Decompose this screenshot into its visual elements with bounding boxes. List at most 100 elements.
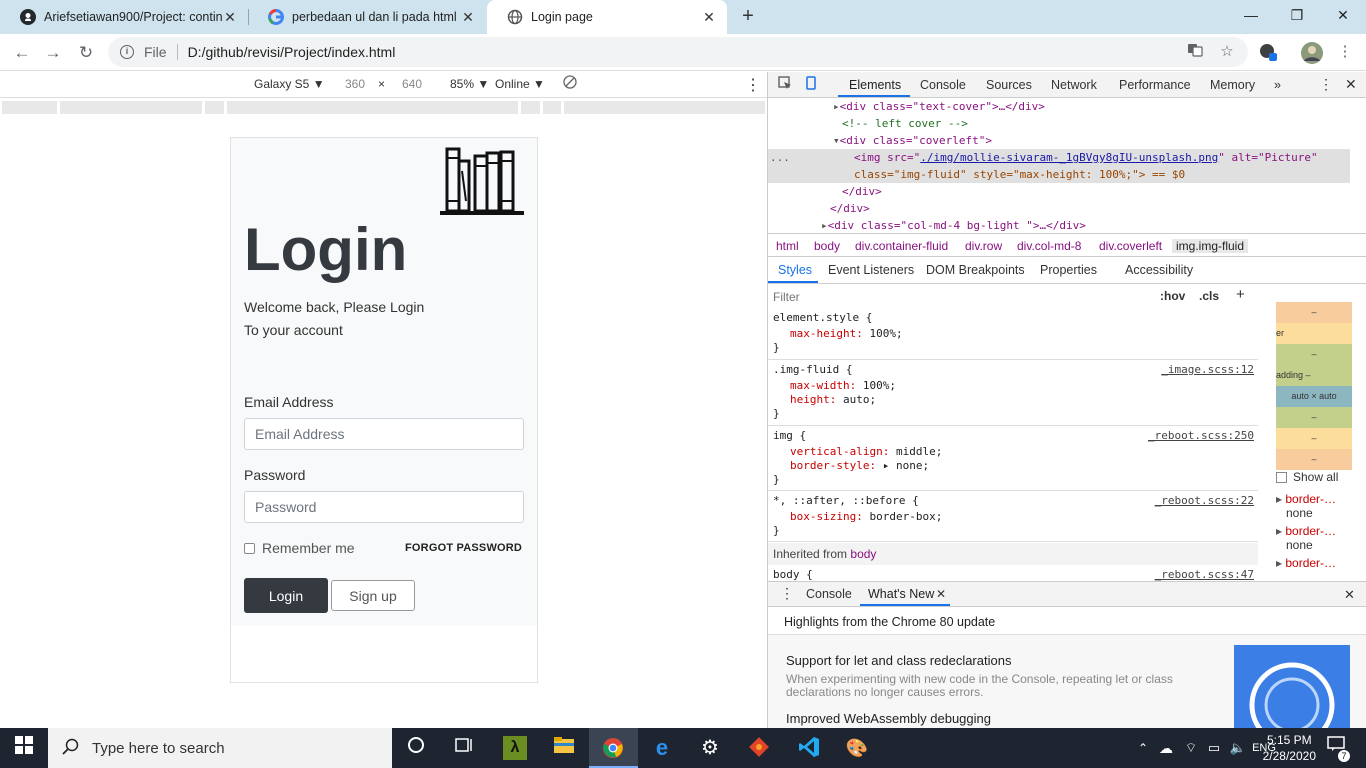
menu-icon[interactable]: ⋮ bbox=[1335, 42, 1355, 62]
zoom-select[interactable]: 85% ▼ bbox=[450, 77, 489, 91]
back-arrow-icon[interactable]: ← bbox=[9, 40, 35, 66]
remember-checkbox[interactable] bbox=[244, 542, 255, 554]
tab-sources[interactable]: Sources bbox=[986, 78, 1032, 92]
styles-filter-input[interactable] bbox=[773, 288, 1143, 306]
viewport-width[interactable]: 360 bbox=[345, 77, 365, 91]
ruler-segment[interactable] bbox=[227, 101, 518, 114]
style-rule[interactable]: *, ::after, ::before { _reboot.scss:22 b… bbox=[768, 492, 1258, 542]
rule-source-link[interactable]: _reboot.scss:250 bbox=[1148, 429, 1254, 442]
tray-expand-icon[interactable]: ⌃ bbox=[1131, 736, 1155, 760]
file-explorer-icon[interactable] bbox=[552, 736, 576, 760]
close-icon[interactable]: ✕ bbox=[460, 9, 476, 25]
property-name[interactable]: max-height bbox=[790, 327, 856, 340]
dom-node[interactable]: ▸<div class="col-md-4 bg-light ">…</div> bbox=[768, 217, 1350, 232]
devtools-close-icon[interactable]: ✕ bbox=[1345, 76, 1357, 93]
property-value[interactable]: ▸ none; bbox=[883, 459, 929, 472]
more-options-icon[interactable]: ⋮ bbox=[745, 75, 761, 95]
inherited-tag-link[interactable]: body bbox=[850, 547, 876, 561]
hov-toggle[interactable]: :hov bbox=[1160, 289, 1185, 303]
property-value[interactable]: 100%; bbox=[863, 379, 896, 392]
system-clock[interactable]: 5:15 PM 2/28/2020 bbox=[1263, 732, 1316, 764]
rule-source-link[interactable]: _reboot.scss:47 bbox=[1155, 568, 1254, 581]
avatar[interactable] bbox=[1301, 42, 1323, 64]
network-throttle-select[interactable]: Online ▼ bbox=[495, 77, 545, 91]
style-rule[interactable]: element.style { max-height: 100%; } bbox=[768, 309, 1258, 360]
img-src-link[interactable]: ./img/mollie-sivaram-_1gBVgy8gIU-unsplas… bbox=[920, 151, 1218, 164]
cls-toggle[interactable]: .cls bbox=[1199, 289, 1219, 303]
tab-github-project[interactable]: Ariefsetiawan900/Project: contin ✕ bbox=[0, 0, 248, 34]
breadcrumb-item[interactable]: div.row bbox=[965, 239, 1002, 253]
ruler-segment[interactable] bbox=[205, 101, 224, 114]
property-name[interactable]: max-width bbox=[790, 379, 850, 392]
remember-me[interactable]: Remember me bbox=[244, 540, 355, 556]
devtools-menu-icon[interactable]: ⋮ bbox=[1319, 76, 1333, 93]
dom-node[interactable]: ▸<div class="text-cover">…</div> bbox=[768, 98, 1350, 115]
lambda-app-icon[interactable]: λ bbox=[503, 736, 527, 760]
rule-source-link[interactable]: _reboot.scss:22 bbox=[1155, 494, 1254, 507]
forgot-password-link[interactable]: FORGOT PASSWORD bbox=[405, 542, 522, 554]
tab-memory[interactable]: Memory bbox=[1210, 78, 1255, 92]
style-rule[interactable]: img { _reboot.scss:250 vertical-align: m… bbox=[768, 427, 1258, 491]
vscode-icon[interactable] bbox=[797, 736, 821, 760]
drawer-menu-icon[interactable]: ⋮ bbox=[780, 585, 794, 602]
breadcrumb-item[interactable]: body bbox=[814, 239, 840, 253]
rule-source-link[interactable]: _image.scss:12 bbox=[1161, 363, 1254, 376]
tab-dom-breakpoints[interactable]: DOM Breakpoints bbox=[926, 263, 1025, 277]
breadcrumb-item-selected[interactable]: img.img-fluid bbox=[1172, 239, 1249, 253]
computed-property[interactable]: ▸ border-… none bbox=[1276, 492, 1366, 520]
property-value[interactable]: middle; bbox=[896, 445, 942, 458]
dom-node[interactable]: </div> bbox=[768, 200, 1350, 217]
login-button[interactable]: Login bbox=[244, 578, 328, 613]
close-icon[interactable]: ✕ bbox=[701, 9, 717, 25]
minimize-icon[interactable]: — bbox=[1228, 0, 1274, 30]
dom-node[interactable]: </div> bbox=[768, 183, 1350, 200]
cortana-icon[interactable] bbox=[404, 736, 428, 760]
password-field[interactable] bbox=[244, 491, 524, 523]
breadcrumb-item[interactable]: div.coverleft bbox=[1099, 239, 1162, 253]
info-icon[interactable]: i bbox=[120, 45, 134, 59]
translate-icon[interactable] bbox=[1185, 42, 1205, 62]
whats-new-item-title[interactable]: Improved WebAssembly debugging bbox=[786, 711, 991, 726]
tab-google-search[interactable]: perbedaan ul dan li pada html - G ✕ bbox=[248, 0, 486, 34]
style-rule[interactable]: body { _reboot.scss:47 bbox=[768, 566, 1258, 581]
dom-comment[interactable]: <!-- left cover --> bbox=[768, 115, 1350, 132]
property-name[interactable]: height bbox=[790, 393, 830, 406]
style-rule[interactable]: .img-fluid { _image.scss:12 max-width: 1… bbox=[768, 361, 1258, 426]
rotate-icon[interactable] bbox=[563, 75, 577, 92]
device-select[interactable]: Galaxy S5 ▼ bbox=[254, 77, 325, 91]
dom-node[interactable]: ▾<div class="coverleft"> bbox=[768, 132, 1350, 149]
drawer-close-icon[interactable]: ✕ bbox=[1344, 587, 1355, 603]
show-all-checkbox[interactable] bbox=[1276, 471, 1287, 483]
ruler-segment[interactable] bbox=[521, 101, 540, 114]
property-name[interactable]: box-sizing bbox=[790, 510, 856, 523]
extension-icon[interactable] bbox=[1258, 42, 1278, 62]
email-field[interactable] bbox=[244, 418, 524, 450]
onedrive-icon[interactable]: ☁ bbox=[1154, 736, 1178, 760]
close-icon[interactable]: ✕ bbox=[936, 587, 946, 601]
ruler-segment[interactable] bbox=[60, 101, 202, 114]
tab-performance[interactable]: Performance bbox=[1119, 78, 1191, 92]
tab-properties[interactable]: Properties bbox=[1040, 263, 1097, 277]
url-text[interactable]: D:/github/revisi/Project/index.html bbox=[188, 44, 396, 60]
property-value[interactable]: border-box; bbox=[869, 510, 942, 523]
network-icon[interactable]: ⌔ bbox=[1179, 736, 1203, 760]
bookmark-star-icon[interactable]: ☆ bbox=[1217, 42, 1237, 62]
ruler-segment[interactable] bbox=[2, 101, 57, 114]
computed-property[interactable]: ▸ border-… bbox=[1276, 556, 1366, 570]
reload-icon[interactable]: ↻ bbox=[73, 40, 99, 66]
computed-property[interactable]: ▸ border-… none bbox=[1276, 524, 1366, 552]
git-app-icon[interactable] bbox=[747, 736, 771, 760]
taskbar-search[interactable]: Type here to search bbox=[48, 728, 392, 768]
battery-icon[interactable]: ▭ bbox=[1202, 736, 1226, 760]
ruler-segment[interactable] bbox=[564, 101, 765, 114]
signup-button[interactable]: Sign up bbox=[331, 580, 415, 611]
breadcrumb-item[interactable]: div.container-fluid bbox=[855, 239, 948, 253]
close-window-icon[interactable]: ✕ bbox=[1320, 0, 1366, 30]
ruler-segment[interactable] bbox=[543, 101, 561, 114]
show-all-toggle[interactable]: Show all bbox=[1276, 470, 1366, 484]
task-view-icon[interactable] bbox=[452, 736, 476, 760]
new-rule-icon[interactable]: + bbox=[1236, 286, 1245, 303]
tab-network[interactable]: Network bbox=[1051, 78, 1097, 92]
property-value[interactable]: 100%; bbox=[869, 327, 902, 340]
tab-styles[interactable]: Styles bbox=[778, 263, 812, 277]
